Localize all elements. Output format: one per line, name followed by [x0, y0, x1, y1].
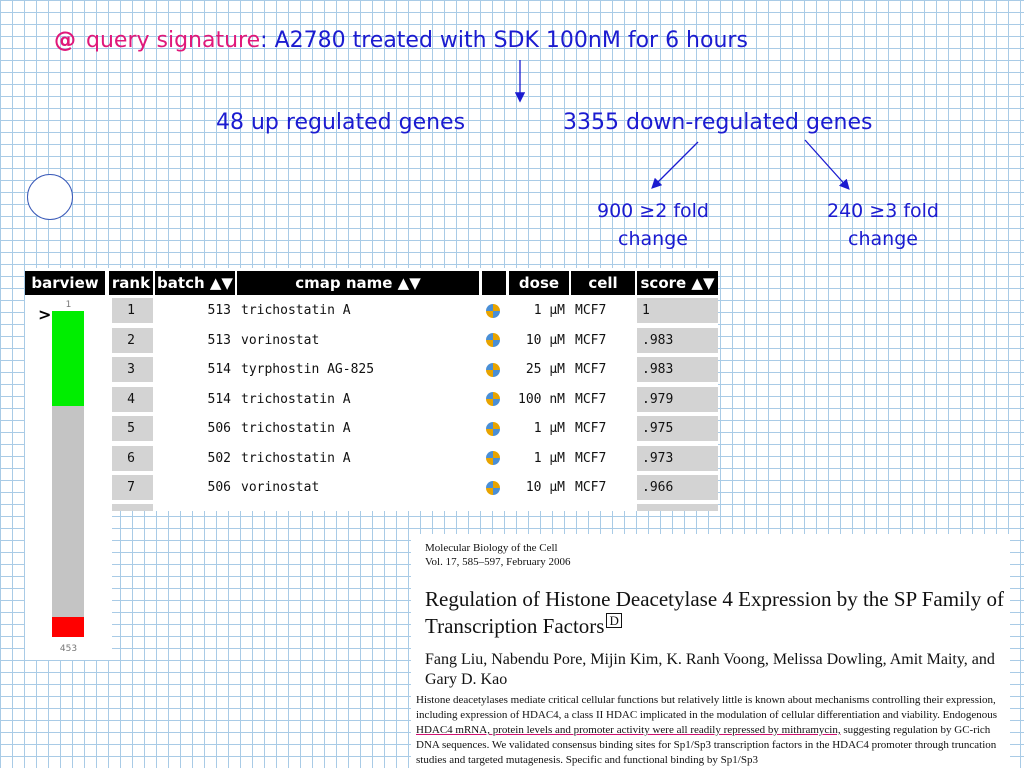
cell-rank: 7 [109, 475, 153, 500]
fold-3-line1: 240 ≥3 fold [826, 200, 939, 222]
cell-score: .983 [637, 357, 718, 382]
cell-batch: 513 [207, 332, 231, 348]
globe-icon[interactable] [486, 357, 504, 382]
cell-batch: 514 [207, 362, 231, 377]
cell-rank: 5 [109, 416, 153, 441]
cell-batch: 506 [207, 480, 231, 495]
barview-bottom-number: 453 [59, 644, 78, 654]
cell-score: .983 [637, 327, 718, 353]
globe-icon-graphic [486, 480, 500, 495]
cell-cell: MCF7 [575, 362, 607, 377]
globe-icon-graphic [486, 451, 500, 465]
journal-volume: Vol. 17, 585–597, February 2006 [425, 556, 571, 568]
cell-rank: 2 [109, 327, 153, 353]
globe-icon[interactable] [486, 475, 504, 500]
barview-positive-segment [52, 311, 84, 406]
cell-cell: MCF7 [575, 421, 607, 436]
cell-cmap-name[interactable]: trichostatin A [237, 416, 479, 441]
cell-score: .973 [637, 445, 718, 471]
header-dose[interactable]: dose [509, 271, 569, 295]
arrow-right-fold [804, 139, 850, 190]
cell-cmap-name[interactable]: trichostatin A [237, 446, 479, 471]
cell-cell: MCF7 [575, 480, 607, 495]
cell-cmap-name[interactable]: vorinostat [237, 475, 479, 500]
cell-dose: 100 nM [518, 391, 565, 407]
barview-panel: 1 > 453 [25, 298, 112, 660]
cell-rank: 3 [109, 357, 153, 382]
cell-cmap-name[interactable]: vorinostat [237, 328, 479, 353]
fold-2-line2: change [618, 228, 688, 250]
fold-3-line2: change [848, 228, 918, 250]
header-cell[interactable]: cell [571, 271, 635, 295]
globe-icon[interactable] [486, 387, 504, 412]
paper-abstract: Histone deacetylases mediate critical ce… [416, 693, 1010, 768]
cell-rank: 1 [109, 298, 153, 323]
cell-score: .975 [637, 416, 718, 441]
fold-2-line1: 900 ≥2 fold [596, 200, 709, 222]
journal-name: Molecular Biology of the Cell [425, 542, 558, 554]
globe-icon-graphic [486, 421, 500, 436]
cell-batch: 513 [207, 303, 231, 318]
header-cmap-name[interactable]: cmap name ▲▼ [237, 271, 479, 295]
paper-title-text: Regulation of Histone Deacetylase 4 Expr… [425, 587, 1004, 638]
cell-cmap-name[interactable]: trichostatin A [237, 298, 479, 323]
globe-icon[interactable] [486, 298, 504, 323]
cell-dose: 25 µM [525, 362, 565, 377]
header-blank [482, 271, 506, 295]
abstract-text-1: Histone deacetylases mediate critical ce… [416, 694, 998, 721]
circle-decoration [27, 174, 73, 220]
cell-dose: 1 µM [533, 303, 565, 318]
cell-batch: 506 [207, 421, 231, 436]
cell-score: 1 [637, 298, 718, 323]
abstract-highlight: HDAC4 mRNA, protein levels and promoter … [416, 724, 841, 736]
barview-negative-segment [52, 617, 84, 637]
cell-score: .966 [637, 475, 718, 500]
fold-2-label: 900 ≥2 fold change [578, 197, 728, 253]
cell-score: .979 [637, 386, 718, 412]
partial-row-cell [637, 504, 718, 511]
cmap-results-table: barview rank batch ▲▼ cmap name ▲▼ dose … [25, 268, 718, 511]
partial-row-cell [109, 504, 153, 511]
cell-cell: MCF7 [575, 332, 607, 348]
globe-icon[interactable] [486, 416, 504, 441]
cell-cmap-name[interactable]: tyrphostin AG-825 [237, 357, 479, 382]
header-barview[interactable]: barview [25, 271, 105, 295]
paper-authors: Fang Liu, Nabendu Pore, Mijin Kim, K. Ra… [425, 651, 995, 688]
cell-dose: 1 µM [533, 421, 565, 436]
globe-icon[interactable] [486, 446, 504, 471]
supplement-badge: D [606, 613, 622, 628]
cell-cmap-name[interactable]: trichostatin A [237, 387, 479, 412]
barview-pointer-icon: > [38, 305, 52, 324]
globe-icon-graphic [486, 362, 500, 377]
cell-dose: 10 µM [525, 480, 565, 495]
header-score[interactable]: score ▲▼ [637, 271, 718, 295]
globe-icon[interactable] [486, 328, 504, 353]
cell-batch: 502 [207, 450, 231, 466]
cell-batch: 514 [207, 391, 231, 407]
cell-cell: MCF7 [575, 391, 607, 407]
cell-cell: MCF7 [575, 450, 607, 466]
barview-bar[interactable] [52, 311, 84, 637]
paper-title: Regulation of Histone Deacetylase 4 Expr… [425, 586, 1010, 640]
fold-3-label: 240 ≥3 fold change [808, 197, 958, 253]
header-batch[interactable]: batch ▲▼ [155, 271, 235, 295]
cell-rank: 4 [109, 386, 153, 412]
cell-dose: 1 µM [533, 450, 565, 466]
globe-icon-graphic [486, 333, 500, 347]
cell-dose: 10 µM [525, 332, 565, 348]
globe-icon-graphic [486, 392, 500, 406]
arrow-left-fold [651, 141, 699, 189]
cell-rank: 6 [109, 445, 153, 471]
cell-cell: MCF7 [575, 303, 607, 318]
header-rank[interactable]: rank [109, 271, 153, 295]
globe-icon-graphic [486, 303, 500, 318]
